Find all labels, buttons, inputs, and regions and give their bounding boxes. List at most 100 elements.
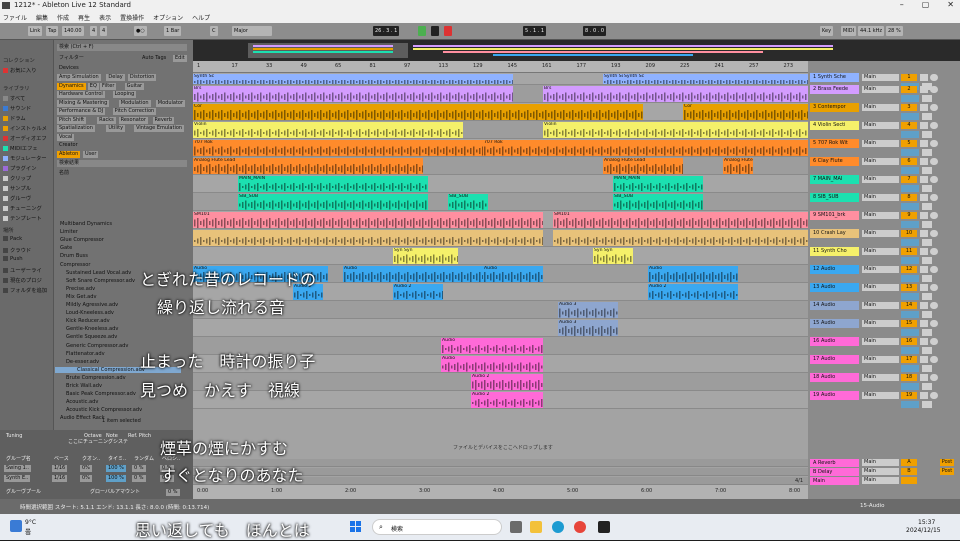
post-button[interactable]: Post bbox=[940, 459, 954, 466]
arrangement-clip[interactable]: Analog Flute Lead bbox=[723, 158, 753, 174]
preset-item[interactable]: De-esser.adv bbox=[66, 359, 99, 365]
pan-field[interactable] bbox=[922, 401, 932, 408]
return-track-header[interactable]: A Reverb Main A Post bbox=[810, 459, 958, 467]
auto-tags-toggle[interactable]: Auto Tags bbox=[140, 55, 168, 62]
creator-chip[interactable]: Ableton bbox=[57, 151, 81, 158]
arm-button[interactable] bbox=[930, 194, 938, 201]
track-name[interactable]: 12 Audio bbox=[810, 265, 859, 274]
track-name[interactable]: 9 SM101_brk bbox=[810, 211, 859, 220]
taskbar-search[interactable]: ⌕ 検索 bbox=[372, 519, 502, 535]
preset-item[interactable]: Acoustic Kick Compressor.adv bbox=[66, 407, 142, 413]
arrangement-clip[interactable]: MAIN_MAIN bbox=[238, 176, 428, 192]
track-header[interactable]: 10 Crash Lay Main 10 bbox=[810, 229, 958, 247]
arrangement-clip[interactable]: Audio 3 bbox=[558, 302, 618, 318]
volume-field[interactable] bbox=[901, 113, 919, 120]
volume-field[interactable] bbox=[901, 329, 919, 336]
solo-button[interactable] bbox=[920, 320, 928, 327]
groove-cell[interactable]: 0 % bbox=[132, 475, 146, 482]
play-icon[interactable] bbox=[418, 26, 426, 36]
weather-icon[interactable] bbox=[10, 520, 22, 532]
track-output-select[interactable]: Main bbox=[862, 356, 899, 363]
browser-folder[interactable]: Compressor bbox=[60, 262, 91, 268]
menu-item[interactable]: ヘルプ bbox=[192, 13, 210, 22]
pan-field[interactable] bbox=[922, 311, 932, 318]
arrangement-clip[interactable]: Brs bbox=[543, 86, 808, 102]
track-activator[interactable]: 2 bbox=[901, 86, 917, 93]
menu-item[interactable]: 表示 bbox=[99, 13, 111, 22]
arm-button[interactable] bbox=[930, 74, 938, 81]
return-output-select[interactable]: Main bbox=[862, 468, 899, 475]
tag-chip[interactable]: Racks bbox=[97, 116, 116, 124]
arrangement-clip[interactable]: Cor bbox=[683, 104, 808, 120]
tag-chip[interactable]: Performance & DJ bbox=[57, 108, 106, 115]
volume-field[interactable] bbox=[901, 275, 919, 282]
arrangement-lane[interactable] bbox=[193, 247, 808, 265]
track-name[interactable]: 5 707 Rok Wit bbox=[810, 139, 859, 148]
track-output-select[interactable]: Main bbox=[862, 302, 899, 309]
solo-button[interactable] bbox=[920, 338, 928, 345]
arrangement-clip[interactable]: Brs bbox=[193, 86, 513, 102]
track-header[interactable]: 7 MAIN_MAI Main 7 bbox=[810, 175, 958, 193]
arm-button[interactable] bbox=[930, 140, 938, 147]
browser-folder[interactable]: Gate bbox=[60, 245, 72, 251]
track-activator[interactable]: 8 bbox=[901, 194, 917, 201]
solo-button[interactable] bbox=[920, 176, 928, 183]
tag-chip[interactable]: EQ bbox=[87, 82, 99, 90]
arrangement-clip[interactable]: Cor bbox=[193, 104, 643, 120]
edit-tags-button[interactable]: Edit bbox=[173, 55, 187, 62]
arrangement-clip[interactable]: Audio bbox=[648, 266, 738, 282]
track-output-select[interactable]: Main bbox=[862, 266, 899, 273]
track-output-select[interactable]: Main bbox=[862, 230, 899, 237]
preset-item[interactable]: Mix Get.adv bbox=[66, 294, 97, 300]
pan-field[interactable] bbox=[922, 149, 932, 156]
scale-select[interactable]: Major bbox=[232, 26, 272, 36]
preset-item[interactable]: Precise.adv bbox=[66, 286, 95, 292]
pan-field[interactable] bbox=[922, 347, 932, 354]
library-item[interactable]: サウンド bbox=[3, 104, 31, 112]
arm-button[interactable] bbox=[930, 338, 938, 345]
pan-field[interactable] bbox=[922, 131, 932, 138]
arrangement-clip[interactable]: Audio bbox=[441, 356, 543, 372]
solo-button[interactable] bbox=[920, 122, 928, 129]
volume-field[interactable] bbox=[901, 383, 919, 390]
library-item[interactable]: クリップ bbox=[3, 174, 31, 182]
arm-button[interactable] bbox=[930, 374, 938, 381]
tag-chip[interactable]: Reverb bbox=[152, 116, 175, 124]
pan-field[interactable] bbox=[922, 329, 932, 336]
track-output-select[interactable]: Main bbox=[862, 338, 899, 345]
pan-field[interactable] bbox=[922, 185, 932, 192]
pan-field[interactable] bbox=[922, 275, 932, 282]
arrangement-clip[interactable]: SM101 bbox=[193, 212, 543, 228]
arrangement-clip[interactable] bbox=[553, 230, 808, 246]
solo-button[interactable] bbox=[920, 284, 928, 291]
arm-button[interactable] bbox=[930, 104, 938, 111]
tag-chip[interactable]: Distortion bbox=[127, 74, 157, 81]
task-view-icon[interactable] bbox=[510, 521, 522, 533]
solo-button[interactable] bbox=[920, 392, 928, 399]
track-header[interactable]: 3 Contempor Main 3 bbox=[810, 103, 958, 121]
pan-field[interactable] bbox=[922, 221, 932, 228]
pan-field[interactable] bbox=[922, 203, 932, 210]
library-item[interactable]: MIDIエフェ bbox=[3, 144, 38, 152]
solo-button[interactable] bbox=[920, 266, 928, 273]
tempo-field[interactable]: 140.00 bbox=[62, 26, 84, 36]
arrangement-clip[interactable]: Analog Flute Lead bbox=[603, 158, 683, 174]
track-header[interactable]: 1 Synth Sche Main 1 bbox=[810, 73, 958, 90]
track-header[interactable]: 17 Audio Main 17 bbox=[810, 355, 958, 373]
library-item[interactable]: ドラム bbox=[3, 114, 26, 122]
return-track-name[interactable]: Main bbox=[810, 477, 859, 485]
arrangement-clip[interactable]: 707 Rok bbox=[483, 140, 808, 156]
preset-item[interactable]: Sustained Lead Vocal.adv bbox=[66, 270, 131, 276]
arrangement-clip[interactable]: Analog Flute Lead bbox=[193, 158, 423, 174]
return-track-header[interactable]: Main Main bbox=[810, 477, 958, 485]
track-header[interactable]: 5 707 Rok Wit Main 5 bbox=[810, 139, 958, 157]
arrangement-lane[interactable] bbox=[193, 319, 808, 337]
key-select[interactable]: C bbox=[210, 26, 218, 36]
track-activator[interactable]: 15 bbox=[901, 320, 917, 327]
menu-item[interactable]: 編集 bbox=[36, 13, 48, 22]
groove-cell[interactable]: 1/16 bbox=[52, 475, 68, 482]
loop-start-field[interactable]: 5 . 1 . 1 bbox=[523, 26, 547, 36]
menu-item[interactable]: オプション bbox=[153, 13, 183, 22]
arrangement-clip[interactable]: Synth Sc bbox=[623, 74, 808, 84]
track-header[interactable]: 4 Violin Secti Main 4 bbox=[810, 121, 958, 139]
